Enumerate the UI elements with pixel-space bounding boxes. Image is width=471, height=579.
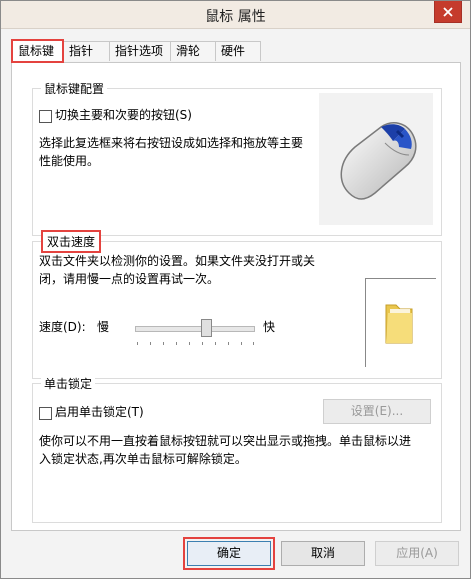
window-title: 鼠标 属性 <box>205 9 266 25</box>
speed-slider-track[interactable] <box>135 326 255 332</box>
speed-fast-label: 快 <box>263 320 276 334</box>
apply-button[interactable]: 应用(A) <box>375 541 459 566</box>
tab-pointers[interactable]: 指针 <box>63 41 110 61</box>
enable-click-lock-label[interactable]: 启用单击锁定(T) <box>55 403 144 421</box>
slider-tick <box>189 342 190 345</box>
click-lock-description-2: 入锁定状态,再次单击鼠标可解除锁定。 <box>39 452 247 466</box>
tab-hardware[interactable]: 硬件 <box>215 41 261 61</box>
slider-tick <box>150 342 151 345</box>
double-click-legend: 双击速度 <box>41 230 102 253</box>
slider-tick <box>163 342 164 345</box>
click-lock-group: 单击锁定 启用单击锁定(T) 设置(E)... 使你可以不用一直按着鼠标按钮就可… <box>32 375 442 523</box>
mouse-icon <box>340 122 417 200</box>
double-click-group: 双击速度 双击文件夹以检测你的设置。如果文件夹没打开或关 闭，请用慢一点的设置再… <box>32 230 442 379</box>
folder-icon[interactable] <box>366 279 436 367</box>
slider-tick <box>137 342 138 345</box>
tab-pointer-options[interactable]: 指针选项 <box>109 41 171 61</box>
swap-buttons-checkbox[interactable] <box>39 110 52 123</box>
click-lock-settings-button[interactable]: 设置(E)... <box>323 399 431 424</box>
button-config-group: 鼠标键配置 切换主要和次要的按钮(S) 选择此复选框来将右按钮设成如选择和拖放等… <box>32 80 442 236</box>
slider-tick <box>241 342 242 345</box>
speed-slider-thumb[interactable] <box>200 319 212 337</box>
enable-click-lock-checkbox[interactable] <box>39 407 52 420</box>
tab-buttons[interactable]: 鼠标键 <box>11 39 64 63</box>
title-bar: 鼠标 属性 <box>1 1 470 29</box>
mouse-properties-window: 鼠标 属性 鼠标键 指针 指针选项 滑轮 硬件 鼠标键配置 切换主要和次要的按钮… <box>0 0 471 579</box>
double-click-description-1: 双击文件夹以检测你的设置。如果文件夹没打开或关 <box>39 254 316 268</box>
click-lock-description-1: 使你可以不用一直按着鼠标按钮就可以突出显示或拖拽。单击鼠标以进 <box>39 434 412 448</box>
click-lock-legend: 单击锁定 <box>41 375 96 392</box>
button-config-description-1: 选择此复选框来将右按钮设成如选择和拖放等主要 <box>39 136 304 150</box>
slider-tick <box>215 342 216 345</box>
speed-slow-label: 慢 <box>97 320 110 334</box>
close-icon <box>443 6 453 17</box>
tab-wheel[interactable]: 滑轮 <box>170 41 216 61</box>
tab-panel: 鼠标键配置 切换主要和次要的按钮(S) 选择此复选框来将右按钮设成如选择和拖放等… <box>11 62 461 531</box>
button-config-legend: 鼠标键配置 <box>41 80 108 97</box>
test-folder-area[interactable] <box>365 278 436 367</box>
mouse-illustration <box>319 93 433 225</box>
swap-buttons-label[interactable]: 切换主要和次要的按钮(S) <box>55 106 192 124</box>
slider-tick <box>253 342 254 345</box>
close-button[interactable] <box>434 1 462 23</box>
ok-button[interactable]: 确定 <box>183 537 275 570</box>
cancel-button[interactable]: 取消 <box>281 541 365 566</box>
slider-tick <box>228 342 229 345</box>
double-click-description-2: 闭，请用慢一点的设置再试一次。 <box>39 272 220 286</box>
slider-tick <box>202 342 203 345</box>
slider-tick <box>176 342 177 345</box>
button-config-description-2: 性能使用。 <box>39 154 100 168</box>
speed-label: 速度(D): <box>39 320 86 334</box>
